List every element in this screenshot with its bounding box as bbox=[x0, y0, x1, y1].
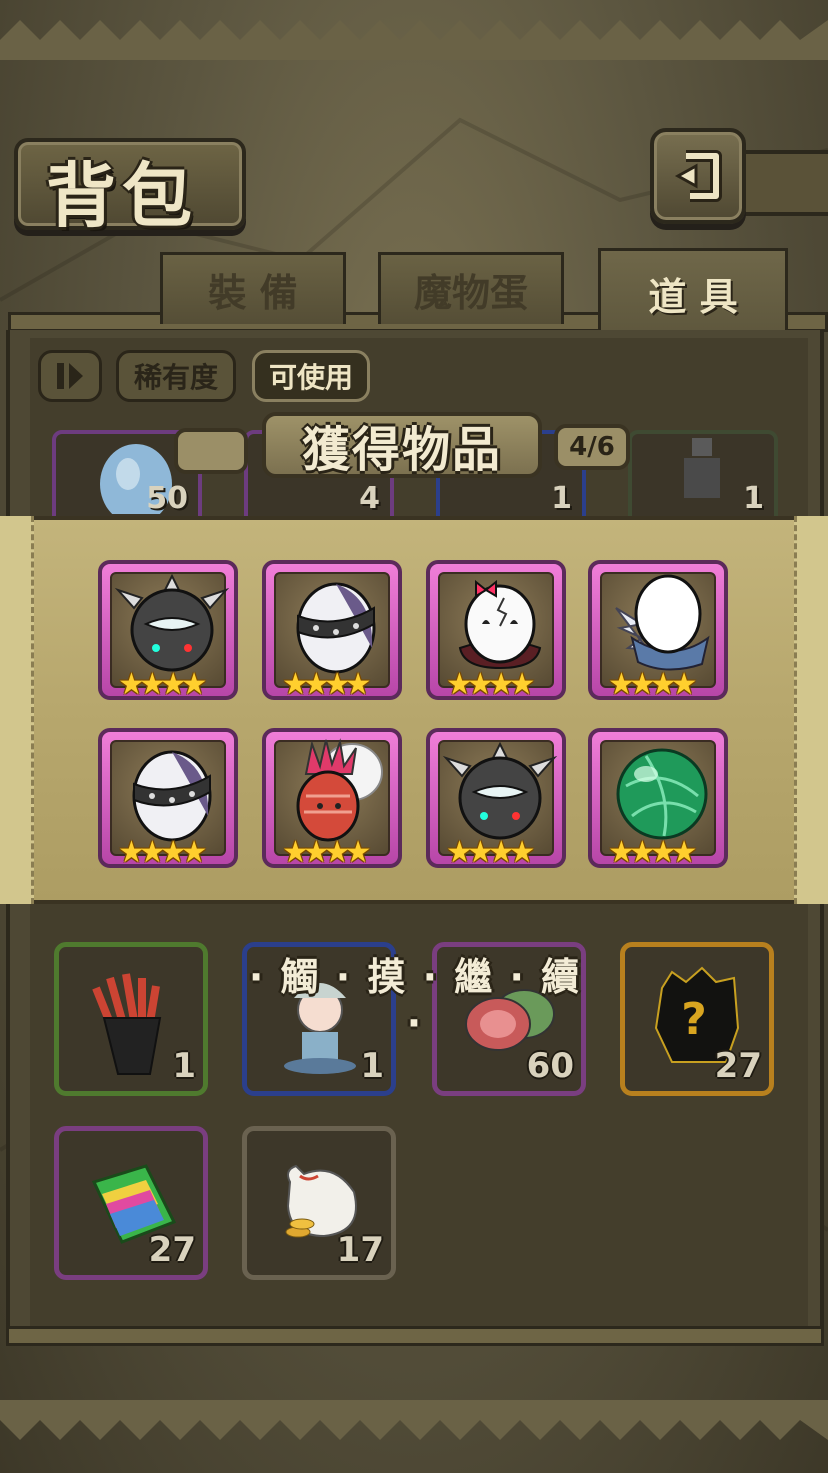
item-count: 1 bbox=[172, 1046, 196, 1086]
banded-purple-egg-icon bbox=[132, 750, 212, 842]
tab-label: 魔物蛋 bbox=[413, 271, 528, 315]
winged-white-egg-icon bbox=[615, 574, 710, 671]
feathered-red-egg-icon bbox=[296, 738, 383, 842]
panel-bottom-rail bbox=[6, 1326, 824, 1346]
sort-button[interactable] bbox=[38, 350, 102, 402]
tab-monster-eggs[interactable]: 魔物蛋 bbox=[378, 252, 564, 324]
banner-edge-right bbox=[794, 516, 828, 904]
sort-icon bbox=[57, 363, 83, 389]
reward-header-label: 獲得物品 bbox=[301, 422, 502, 478]
item-count: 1 bbox=[551, 481, 572, 516]
reward-header: 獲得物品 bbox=[262, 412, 542, 478]
inventory-slot[interactable]: 27 bbox=[54, 1126, 208, 1280]
inventory-slot[interactable]: 1 bbox=[628, 430, 778, 516]
reward-item-card: ★★★★ bbox=[588, 728, 728, 870]
star-rating: ★★★★ bbox=[282, 835, 372, 870]
item-count: 17 bbox=[336, 1230, 384, 1270]
reward-item-card: ★★★★ bbox=[588, 560, 728, 702]
page-title: 背包 bbox=[46, 155, 198, 237]
star-rating: ★★★★ bbox=[282, 667, 372, 702]
inventory-slot[interactable]: 1 bbox=[54, 942, 208, 1096]
svg-text:?: ? bbox=[681, 994, 707, 1045]
border-zigzag-bottom bbox=[0, 1400, 828, 1440]
item-count: 50 bbox=[146, 481, 188, 516]
item-count: 27 bbox=[148, 1230, 196, 1270]
rarity-filter-label: 稀有度 bbox=[133, 361, 218, 394]
spiked-black-egg-icon bbox=[442, 741, 558, 840]
star-rating: ★★★★ bbox=[118, 835, 208, 870]
reward-item-card: ★★★★ bbox=[98, 728, 238, 870]
reward-item-card: ★★★★ bbox=[262, 728, 402, 870]
star-rating: ★★★★ bbox=[446, 835, 536, 870]
reward-item-card: ★★★★ bbox=[426, 728, 566, 870]
item-count: 27 bbox=[714, 1046, 762, 1086]
header-left-pill bbox=[174, 428, 248, 474]
inventory-slot[interactable]: ? 27 bbox=[620, 942, 774, 1096]
banner-edge-left bbox=[0, 516, 34, 904]
reward-item-card: ★★★★ bbox=[98, 560, 238, 702]
star-rating: ★★★★ bbox=[608, 835, 698, 870]
back-button-rail bbox=[738, 150, 828, 216]
reward-item-card: ★★★★ bbox=[262, 560, 402, 702]
border-zigzag-top bbox=[0, 20, 828, 60]
star-rating: ★★★★ bbox=[608, 667, 698, 702]
item-count: 4 bbox=[359, 481, 380, 516]
star-rating: ★★★★ bbox=[446, 667, 536, 702]
inventory-slot[interactable]: 17 bbox=[242, 1126, 396, 1280]
spiked-black-egg-icon bbox=[114, 573, 230, 672]
item-count: 1 bbox=[360, 1046, 384, 1086]
item-count: 1 bbox=[743, 481, 764, 516]
usable-filter-button[interactable]: 可使用 bbox=[252, 350, 370, 402]
back-arrow-icon bbox=[674, 150, 722, 202]
reward-page-count: 4/6 bbox=[554, 424, 630, 470]
back-button[interactable] bbox=[650, 128, 746, 224]
cracked-bow-egg-icon bbox=[458, 579, 542, 670]
tab-equipment[interactable]: 裝 備 bbox=[160, 252, 346, 324]
item-count: 60 bbox=[526, 1046, 574, 1086]
banded-purple-egg-icon bbox=[296, 582, 376, 674]
usable-filter-label: 可使用 bbox=[268, 361, 353, 394]
knight-statue-icon bbox=[684, 438, 720, 498]
green-orb-egg-icon bbox=[616, 748, 708, 840]
tab-label: 裝 備 bbox=[208, 271, 298, 315]
tab-items[interactable]: 道 具 bbox=[598, 248, 788, 336]
reward-item-card: ★★★★ bbox=[426, 560, 566, 702]
star-rating: ★★★★ bbox=[118, 667, 208, 702]
rarity-filter-button[interactable]: 稀有度 bbox=[116, 350, 236, 402]
bottle-bag-icon bbox=[92, 973, 162, 1075]
tap-to-continue[interactable]: · 觸 · 摸 · 繼 · 續 · bbox=[240, 946, 590, 1045]
tab-label: 道 具 bbox=[648, 275, 738, 319]
